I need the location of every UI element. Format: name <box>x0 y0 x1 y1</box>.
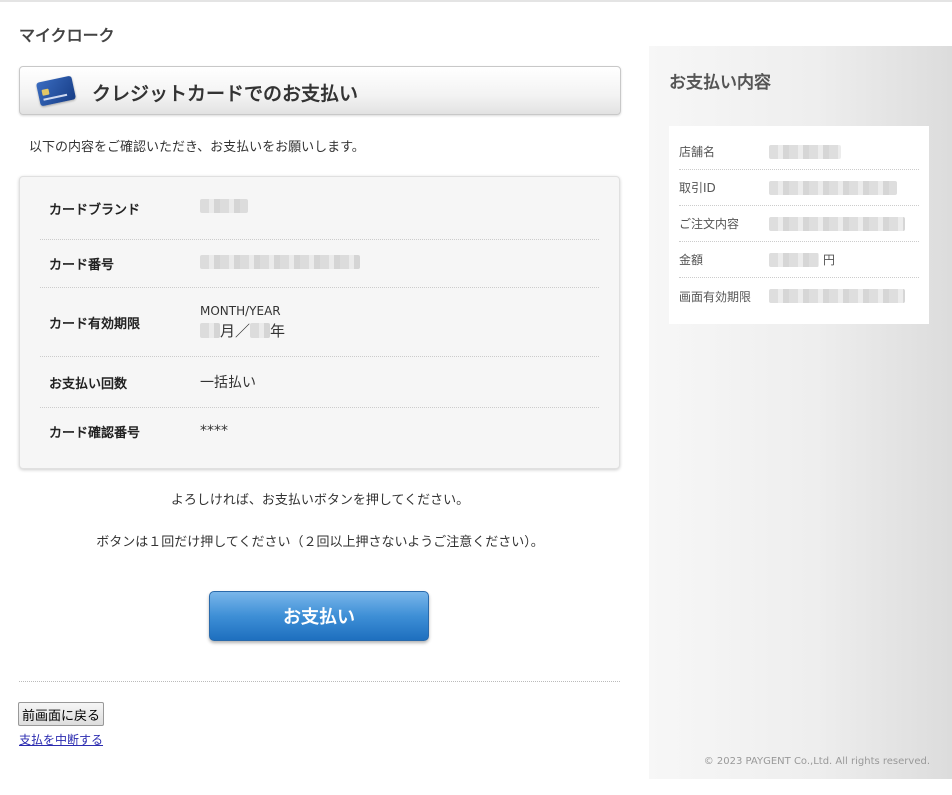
credit-card-icon <box>35 75 77 107</box>
screen-expiry-value <box>769 289 905 303</box>
card-details-panel: カードブランド カード番号 カード有効期限 MONTH/YEAR 月／ 年 お支… <box>19 176 620 469</box>
confirm-message: よろしければ、お支払いボタンを押してください。 <box>170 493 470 508</box>
card-number-label: カード番号 <box>49 258 115 273</box>
card-brand-label: カードブランド <box>49 202 141 218</box>
installments-label: お支払い回数 <box>49 376 128 392</box>
card-brand-row: カードブランド <box>40 177 599 240</box>
transaction-label: 取引ID <box>679 181 716 195</box>
order-row: ご注文内容 <box>679 206 919 242</box>
card-brand-value <box>200 199 248 217</box>
back-button[interactable]: 前画面に戻る <box>18 702 105 726</box>
press-once-message: ボタンは１回だけ押してください（２回以上押さないようご注意ください）。 <box>96 535 544 550</box>
transaction-value <box>769 180 897 195</box>
cvv-label: カード確認番号 <box>49 425 141 441</box>
card-expiry-label: カード有効期限 <box>49 316 141 332</box>
expiry-month <box>200 322 220 338</box>
store-value <box>769 144 841 159</box>
cancel-payment-link[interactable]: 支払を中断する <box>19 731 103 748</box>
screen-expiry-row: 画面有効期限 <box>679 278 919 314</box>
payment-title-bar: クレジットカードでのお支払い <box>19 66 621 115</box>
amount-row: 金額 円 <box>679 242 919 278</box>
card-expiry-row: カード有効期限 MONTH/YEAR 月／ 年 <box>40 288 599 357</box>
amount-value <box>769 252 819 267</box>
copyright: © 2023 PAYGENT Co.,Ltd. All rights reser… <box>703 756 930 767</box>
cvv-row: カード確認番号 **** <box>40 408 599 454</box>
page-title: クレジットカードでのお支払い <box>92 83 359 105</box>
cvv-value: **** <box>200 423 228 439</box>
expiry-caption: MONTH/YEAR <box>200 303 281 318</box>
amount-unit: 円 <box>823 253 836 267</box>
expiry-year-suffix: 年 <box>270 321 286 340</box>
installments-value: 一括払い <box>200 375 256 391</box>
amount-label: 金額 <box>679 253 704 267</box>
payment-summary-sidebar: お支払い内容 店舗名 取引ID ご注文内容 金額 円 画面有効期限 © 2023… <box>649 46 952 779</box>
order-value <box>769 216 905 231</box>
intro-text: 以下の内容をご確認いただき、お支払いをお願いします。 <box>29 140 365 155</box>
card-number-row: カード番号 <box>40 240 599 288</box>
store-label: 店舗名 <box>679 145 716 159</box>
divider <box>19 681 620 682</box>
shop-name: マイクローク <box>19 26 115 45</box>
summary-box: 店舗名 取引ID ご注文内容 金額 円 画面有効期限 <box>669 126 929 324</box>
expiry-month-suffix: 月／ <box>220 321 251 340</box>
top-border <box>0 0 952 2</box>
card-expiry-value: MONTH/YEAR 月／ 年 <box>200 304 285 341</box>
store-row: 店舗名 <box>679 134 919 170</box>
order-label: ご注文内容 <box>679 217 740 231</box>
sidebar-title: お支払い内容 <box>669 73 771 93</box>
expiry-year <box>250 322 271 338</box>
screen-expiry-label: 画面有効期限 <box>679 289 752 304</box>
pay-button[interactable]: お支払い <box>209 591 429 641</box>
transaction-row: 取引ID <box>679 170 919 206</box>
installments-row: お支払い回数 一括払い <box>40 357 599 408</box>
card-number-value <box>200 254 360 273</box>
